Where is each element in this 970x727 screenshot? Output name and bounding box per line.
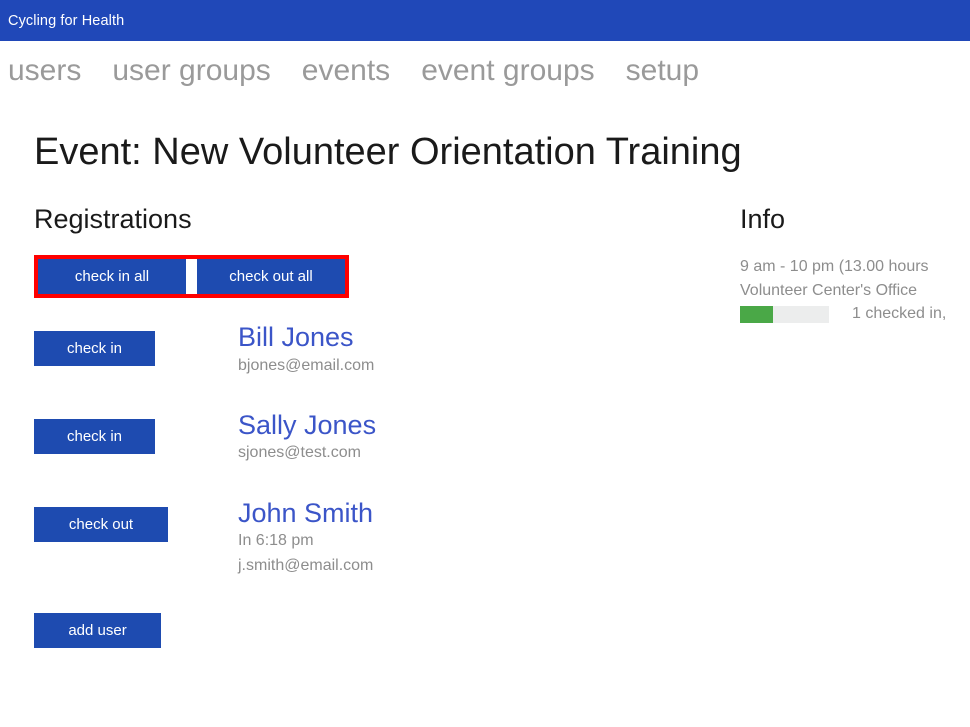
info-details: 9 am - 10 pm (13.00 hours Volunteer Cent… [740,255,970,302]
bulk-actions-group: check in all check out all [38,259,345,295]
check-in-progress: 1 checked in, [740,305,970,323]
page-title: Event: New Volunteer Orientation Trainin… [34,131,742,173]
content-columns: Registrations check in all check out all… [34,203,970,648]
title-bar: Cycling for Health [0,0,970,41]
nav-item-event-groups[interactable]: event groups [421,54,594,88]
registration-check-in-time: In 6:18 pm [238,532,314,550]
nav-item-setup[interactable]: setup [626,54,699,88]
check-out-all-button[interactable]: check out all [197,259,345,295]
event-location: Volunteer Center's Office [740,281,918,299]
registration-list: check in Bill Jones bjones@email.com che… [34,322,740,648]
check-in-all-button[interactable]: check in all [38,259,186,295]
registrations-column: Registrations check in all check out all… [34,203,740,648]
table-row: check in Bill Jones bjones@email.com [34,322,740,377]
table-row: check in Sally Jones sjones@test.com [34,410,740,465]
row-info-cell: Sally Jones sjones@test.com [238,410,740,465]
event-hours: 9 am - 10 pm (13.00 hours [740,258,929,276]
main-navigation: users user groups events event groups se… [0,41,970,101]
progress-fill [740,305,773,323]
app-title: Cycling for Health [8,12,125,29]
row-action-cell: check in [34,322,238,367]
progress-track [740,305,829,323]
check-out-button[interactable]: check out [34,507,168,543]
row-info-cell: John Smith In 6:18 pm j.smith@email.com [238,498,740,578]
registration-email: sjones@test.com [238,444,361,462]
check-in-button[interactable]: check in [34,331,155,367]
info-panel: Info 9 am - 10 pm (13.00 hours Volunteer… [740,203,970,323]
table-row: check out John Smith In 6:18 pm j.smith@… [34,498,740,578]
nav-item-users[interactable]: users [8,54,81,88]
registration-name-link[interactable]: Bill Jones [238,322,354,352]
page-content: Event: New Volunteer Orientation Trainin… [0,101,970,648]
nav-item-events[interactable]: events [302,54,390,88]
add-user-button[interactable]: add user [34,612,161,648]
row-action-cell: check out [34,498,238,543]
registration-name-link[interactable]: John Smith [238,498,373,528]
row-info-cell: Bill Jones bjones@email.com [238,322,740,377]
registration-name-link[interactable]: Sally Jones [238,410,376,440]
nav-item-user-groups[interactable]: user groups [112,54,270,88]
info-heading: Info [740,203,786,234]
check-in-button[interactable]: check in [34,419,155,455]
progress-label: 1 checked in, [852,305,947,322]
bulk-actions-highlight: check in all check out all [34,255,349,299]
registration-email: j.smith@email.com [238,557,374,575]
registrations-heading: Registrations [34,203,192,234]
info-column: Info 9 am - 10 pm (13.00 hours Volunteer… [740,203,970,648]
registration-email: bjones@email.com [238,356,375,374]
row-action-cell: check in [34,410,238,455]
